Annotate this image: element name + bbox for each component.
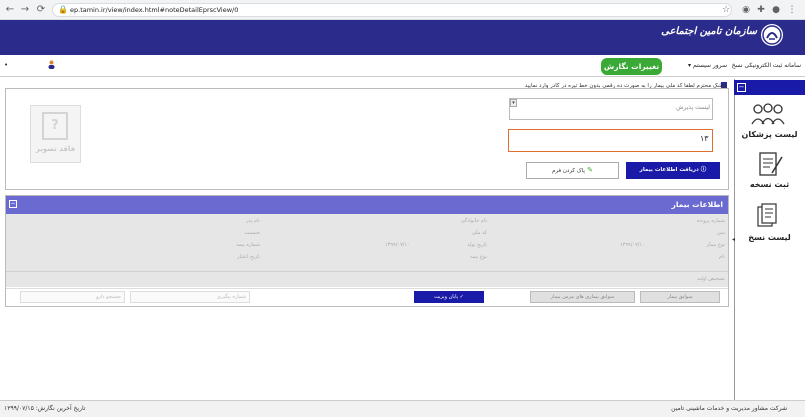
field-label: تاریخ تولد [467,242,487,248]
field-label: شماره بیمه [236,242,260,248]
back-icon[interactable]: ← [4,4,16,16]
clear-form-button[interactable]: ✎ پاک کردن فرم [526,162,619,179]
check-icon: ✓ [458,294,464,300]
prescriptions-list-icon[interactable] [748,202,788,228]
menu-bar [0,55,805,77]
field-label: کد ملی [471,230,487,236]
sidebar-item-register[interactable]: ثبت نسخه [734,180,805,189]
field-label: سن [717,230,725,236]
field-label: نام خانوادگی [460,218,487,224]
user-icon[interactable] [47,60,56,69]
diagnosis-row [6,271,728,287]
info-icon: ⓘ [698,167,707,173]
extension-icon[interactable]: ◉ [740,4,752,16]
doctors-list-icon[interactable] [748,102,788,128]
date-value: ۱۳۹۹/۰۷/۱۰ [620,242,645,248]
collapse-panel-icon[interactable]: − [9,200,17,208]
eraser-icon: ✎ [584,166,593,174]
star-icon[interactable]: ☆ [720,4,732,16]
menu-system-title[interactable]: سامانه ثبت الکترونیکی نسخ [732,62,801,69]
collapse-icon[interactable]: − [737,83,746,92]
edit-badge[interactable]: تغییرات نگارش [601,58,662,75]
patient-history-button[interactable]: سوابق بیمار [640,291,720,303]
tracking-number-field[interactable]: شماره پیگیری [130,291,250,303]
fetch-patient-button[interactable]: ⓘ دریافت اطلاعات بیمار [626,162,720,179]
patient-info-header [6,196,728,214]
select-arrow-icon[interactable]: ▾ [510,99,517,107]
chronic-history-button[interactable]: سوابق بیماری های مزمن بیمار [530,291,635,303]
url-text: ep.tamin.ir/view/index.html#noteDetailEp… [70,6,239,14]
no-image-icon: ? [42,112,68,140]
national-id-value: ۱۳ [700,134,709,143]
menu-dot: • [4,61,9,69]
field-label: نوع بیمار [706,242,725,248]
sidebar-item-doctors[interactable]: لیست پزشکان [734,130,805,139]
profile-icon[interactable]: ● [770,4,782,16]
tamin-logo-icon [761,24,783,46]
menu-system-services[interactable]: سرور سیستم ▾ [688,62,727,69]
field-label: نوع بیمه [469,254,487,260]
field-label: جنسیت [244,230,260,236]
menu-dots-icon[interactable]: ⋮ [786,4,798,16]
forward-icon[interactable]: → [19,4,31,16]
footer-last-edit: تاریخ آخرین نگارش: ۱۳۹۹/۰۷/۱۵ [4,405,86,412]
diagnosis-label: تشخیص اولیه [697,276,725,282]
field-label: نام [718,254,725,260]
footer-company: شرکت مشاور مدیریت و خدمات ماشینی تامین [671,405,787,412]
drug-search-field[interactable]: جستجو دارو [20,291,125,303]
org-name: سازمان تامین اجتماعی [661,26,757,37]
patient-info-title: اطلاعات بیمار [671,200,723,209]
end-visit-button[interactable]: ✓ پایان ویزیت [414,291,484,303]
national-id-input[interactable] [508,129,713,152]
field-label: تاریخ اعتبار [237,254,260,260]
sidebar-item-list[interactable]: لیست نسخ [734,233,805,242]
sidebar-toggle-icon[interactable]: ◂ [732,236,735,243]
field-label: شماره پرونده [696,218,725,224]
prescription-register-icon[interactable] [748,151,788,177]
lock-icon: 🔒 [58,5,68,14]
puzzle-icon[interactable]: ✚ [755,4,767,16]
date-value: ۱۳۹۹/۰۷/۱۰ [385,242,410,248]
field-label: نام پدر [245,218,260,224]
reload-icon[interactable]: ⟳ [35,4,47,16]
admission-list-placeholder: لیست پذیرش [676,104,710,111]
no-image-label: فاقد تصویر [35,145,76,153]
